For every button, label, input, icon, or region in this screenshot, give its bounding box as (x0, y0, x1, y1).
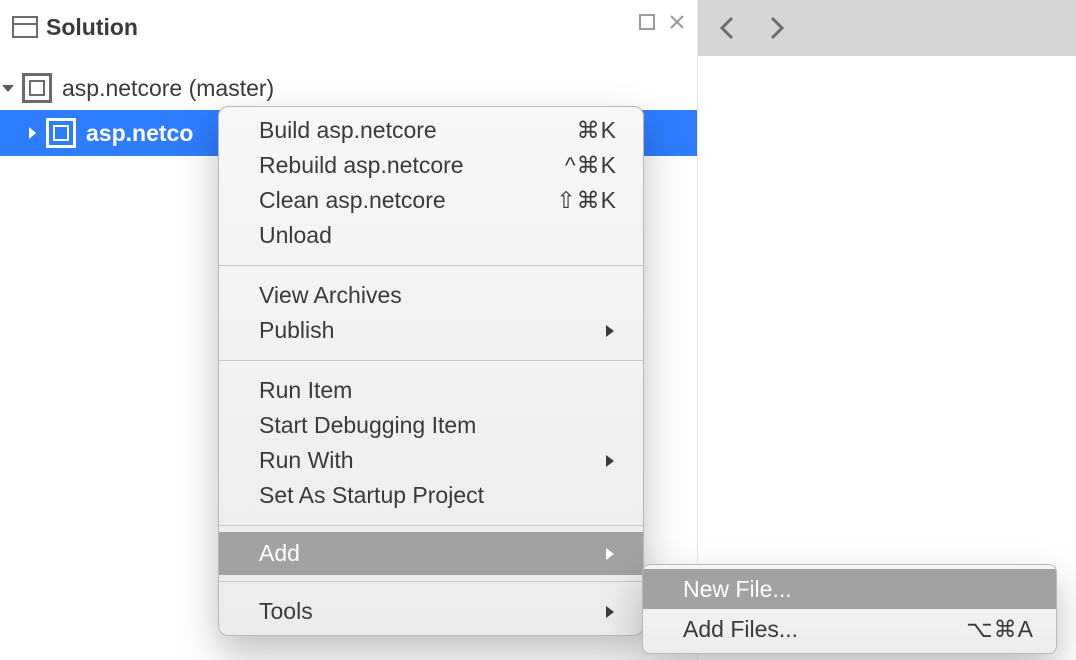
menu-item-archives[interactable]: View Archives (219, 278, 643, 313)
project-label: asp.netco (86, 120, 193, 147)
menu-item-publish[interactable]: Publish (219, 313, 643, 348)
menu-item-clean[interactable]: Clean asp.netcore ⇧⌘K (219, 183, 643, 218)
menu-group-tools: Tools (219, 588, 643, 635)
menu-separator (219, 265, 643, 266)
panel-controls (639, 14, 685, 30)
menu-item-runwith[interactable]: Run With (219, 443, 643, 478)
solution-icon (12, 16, 38, 38)
panel-header: Solution (0, 0, 697, 54)
tree-solution-row[interactable]: asp.netcore (master) (0, 66, 697, 110)
dock-icon[interactable] (639, 14, 655, 30)
menu-item-startup[interactable]: Set As Startup Project (219, 478, 643, 513)
chevron-down-icon (0, 80, 16, 96)
close-icon[interactable] (669, 14, 685, 30)
submenu-arrow-icon (603, 324, 617, 338)
menu-group-run: Run Item Start Debugging Item Run With S… (219, 367, 643, 519)
submenu-arrow-icon (603, 547, 617, 561)
submenu-arrow-icon (603, 454, 617, 468)
menu-separator (219, 360, 643, 361)
project-node-icon (46, 118, 76, 148)
add-submenu: New File... Add Files... ⌥⌘A (642, 564, 1057, 654)
submenu-item-addfiles[interactable]: Add Files... ⌥⌘A (643, 609, 1056, 649)
menu-group-add: Add (219, 532, 643, 575)
menu-item-build[interactable]: Build asp.netcore ⌘K (219, 113, 643, 148)
solution-node-icon (22, 73, 52, 103)
panel-title: Solution (46, 14, 138, 41)
submenu-arrow-icon (603, 605, 617, 619)
nav-back-icon[interactable] (718, 15, 736, 41)
menu-item-run[interactable]: Run Item (219, 373, 643, 408)
menu-item-rebuild[interactable]: Rebuild asp.netcore ^⌘K (219, 148, 643, 183)
menu-group-build: Build asp.netcore ⌘K Rebuild asp.netcore… (219, 107, 643, 259)
menu-item-unload[interactable]: Unload (219, 218, 643, 253)
menu-item-tools[interactable]: Tools (219, 594, 643, 629)
menu-group-view: View Archives Publish (219, 272, 643, 354)
chevron-right-icon (24, 125, 40, 141)
menu-separator (219, 581, 643, 582)
menu-item-add[interactable]: Add (219, 532, 643, 575)
submenu-item-newfile[interactable]: New File... (643, 569, 1056, 609)
menu-separator (219, 525, 643, 526)
menu-item-debug[interactable]: Start Debugging Item (219, 408, 643, 443)
editor-nav-bar (698, 0, 1076, 56)
nav-forward-icon[interactable] (768, 15, 786, 41)
context-menu: Build asp.netcore ⌘K Rebuild asp.netcore… (218, 106, 644, 636)
solution-label: asp.netcore (master) (62, 75, 274, 102)
